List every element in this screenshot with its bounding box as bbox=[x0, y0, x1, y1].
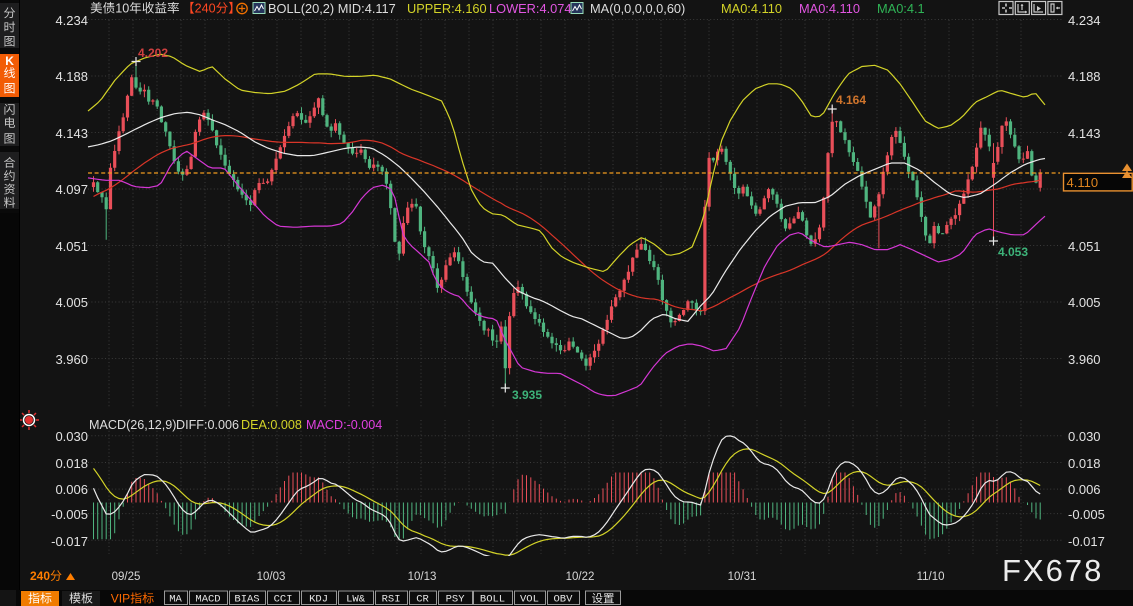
svg-text:MA: MA bbox=[169, 594, 182, 606]
svg-text:RSI: RSI bbox=[382, 594, 401, 606]
svg-text:BOLL: BOLL bbox=[480, 594, 505, 606]
svg-text:OBV: OBV bbox=[554, 594, 574, 606]
svg-text:KDJ: KDJ bbox=[309, 594, 328, 606]
svg-text:LW&: LW& bbox=[346, 594, 366, 606]
svg-text:VOL: VOL bbox=[520, 594, 539, 606]
svg-text:MACD: MACD bbox=[195, 594, 220, 606]
svg-text:VIP: VIP bbox=[111, 592, 130, 606]
svg-text:CR: CR bbox=[416, 594, 429, 606]
svg-text:CCI: CCI bbox=[274, 594, 293, 606]
svg-text:BIAS: BIAS bbox=[234, 594, 259, 606]
svg-text:PSY: PSY bbox=[446, 594, 466, 606]
